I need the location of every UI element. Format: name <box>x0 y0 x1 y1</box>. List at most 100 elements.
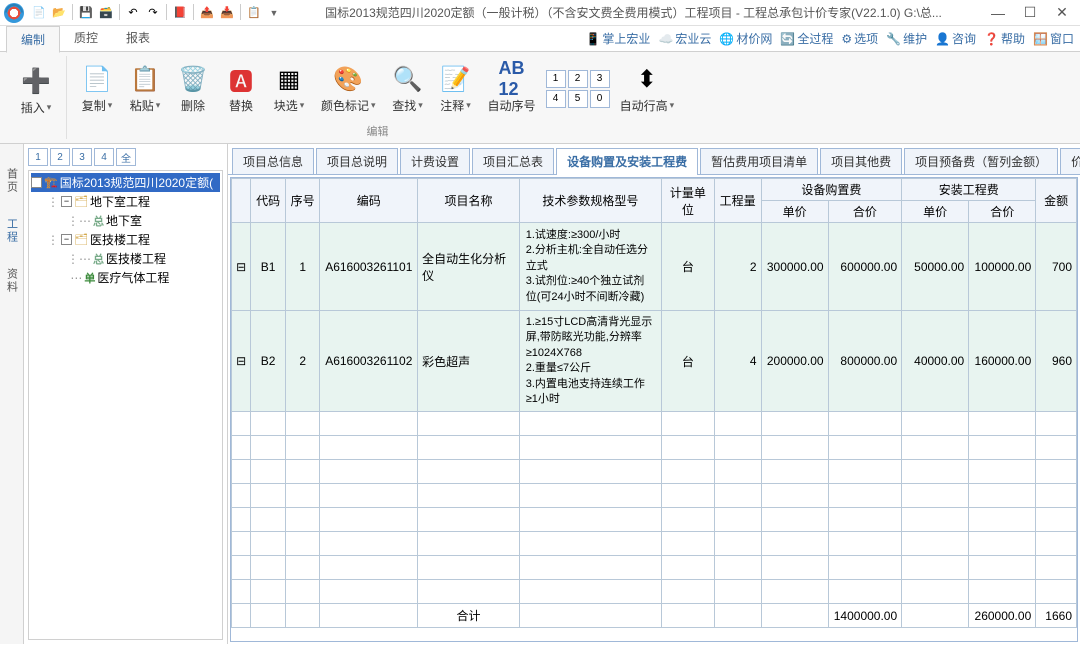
btn-replace[interactable]: 🅰替换 <box>219 59 263 118</box>
table-row[interactable] <box>232 532 1077 556</box>
doc-icon: 单 <box>84 270 95 286</box>
link-maintain[interactable]: 🔧维护 <box>886 30 927 47</box>
ctab-1[interactable]: 项目总说明 <box>316 148 398 174</box>
th-code[interactable]: 代码 <box>251 179 286 223</box>
tree-n2a[interactable]: ⋮⋯ 总 医技楼工程 <box>31 249 220 268</box>
collapse-icon[interactable]: − <box>31 177 42 188</box>
tree-tab-1[interactable]: 1 <box>28 148 48 166</box>
btn-copy[interactable]: 📄复制▾ <box>75 59 119 118</box>
project-tree[interactable]: − 🏗️ 国标2013规范四川2020定额( ⋮− 🗂 地下室工程 ⋮⋯ 总 地… <box>28 170 223 640</box>
link-window[interactable]: 🪟窗口 <box>1033 30 1074 47</box>
sidebar-project[interactable]: 工程 <box>2 214 22 248</box>
minimize-button[interactable]: — <box>984 3 1012 23</box>
link-zhangshang[interactable]: 📱掌上宏业 <box>585 30 650 47</box>
btn-rowheight[interactable]: ⬍自动行高▾ <box>614 59 681 118</box>
th-amount[interactable]: 金额 <box>1036 179 1077 223</box>
quick-access-toolbar: 📄 📂 💾 🗃️ ↶ ↷ 📕 📤 📥 📋 ▼ <box>30 4 283 22</box>
table-row[interactable] <box>232 556 1077 580</box>
tree-tab-all[interactable]: 全 <box>116 148 136 166</box>
qat-redo[interactable]: ↷ <box>144 4 162 22</box>
group-label-edit: 编辑 <box>367 123 389 139</box>
btn-delete[interactable]: 🗑️删除 <box>171 59 215 118</box>
qat-pdf[interactable]: 📕 <box>171 4 189 22</box>
menu-tab-zhikong[interactable]: 质控 <box>60 25 112 52</box>
link-help[interactable]: ❓帮助 <box>984 30 1025 47</box>
num-2[interactable]: 2 <box>568 70 588 88</box>
tree-n1a[interactable]: ⋮⋯ 总 地下室 <box>31 211 220 230</box>
ctab-4[interactable]: 设备购置及安装工程费 <box>556 148 698 174</box>
th-install[interactable]: 安装工程费 <box>902 179 1036 201</box>
collapse-icon[interactable]: − <box>61 234 72 245</box>
doc-icon: 总 <box>93 251 104 267</box>
table-row[interactable] <box>232 484 1077 508</box>
num-3[interactable]: 3 <box>590 70 610 88</box>
tree-tab-3[interactable]: 3 <box>72 148 92 166</box>
num-0[interactable]: 0 <box>590 90 610 108</box>
btn-note[interactable]: 📝注释▾ <box>434 59 478 118</box>
th-name[interactable]: 项目名称 <box>418 179 520 223</box>
qat-undo[interactable]: ↶ <box>124 4 142 22</box>
th-et[interactable]: 合价 <box>828 201 902 223</box>
qat-new[interactable]: 📄 <box>30 4 48 22</box>
menu-tab-bianzhi[interactable]: 编制 <box>6 26 60 53</box>
th-seq[interactable]: 序号 <box>285 179 320 223</box>
qat-open[interactable]: 📂 <box>50 4 68 22</box>
th-it[interactable]: 合价 <box>969 201 1036 223</box>
btn-find[interactable]: 🔍查找▾ <box>386 59 430 118</box>
tree-n1[interactable]: ⋮− 🗂 地下室工程 <box>31 192 220 211</box>
table-row[interactable] <box>232 508 1077 532</box>
link-caijia[interactable]: 🌐材价网 <box>719 30 772 47</box>
ctab-6[interactable]: 项目其他费 <box>820 148 902 174</box>
num-5[interactable]: 5 <box>568 90 588 108</box>
th-ip[interactable]: 单价 <box>902 201 969 223</box>
table-row[interactable]: ⊟B11A616003261101全自动生化分析仪1.试速度:≥300/小时2.… <box>232 223 1077 311</box>
total-row: 合计1400000.00260000.001660 <box>232 604 1077 628</box>
table-row[interactable]: ⊟B22A616003261102彩色超声1.≥15寸LCD高清背光显示屏,带防… <box>232 311 1077 412</box>
qat-doc[interactable]: 📋 <box>245 4 263 22</box>
tree-tab-4[interactable]: 4 <box>94 148 114 166</box>
collapse-icon[interactable]: − <box>61 196 72 207</box>
th-equip[interactable]: 设备购置费 <box>761 179 902 201</box>
link-quanguocheng[interactable]: 🔄全过程 <box>780 30 833 47</box>
ctab-8[interactable]: 价格调整表 <box>1060 148 1080 174</box>
menu-tab-baobiao[interactable]: 报表 <box>112 25 164 52</box>
data-grid[interactable]: 代码 序号 编码 项目名称 技术参数规格型号 计量单位 工程量 设备购置费 安装… <box>231 178 1077 628</box>
th-qty[interactable]: 工程量 <box>714 179 761 223</box>
btn-block[interactable]: ▦块选▾ <box>267 59 311 118</box>
num-1[interactable]: 1 <box>546 70 566 88</box>
num-4[interactable]: 4 <box>546 90 566 108</box>
th-unit[interactable]: 计量单位 <box>661 179 714 223</box>
ctab-5[interactable]: 暂估费用项目清单 <box>700 148 818 174</box>
sidebar-home[interactable]: 首页 <box>2 164 22 198</box>
sidebar-data[interactable]: 资料 <box>2 264 22 298</box>
link-consult[interactable]: 👤咨询 <box>935 30 976 47</box>
qat-export[interactable]: 📤 <box>198 4 216 22</box>
th-spec[interactable]: 技术参数规格型号 <box>519 179 661 223</box>
btn-color[interactable]: 🎨颜色标记▾ <box>315 59 382 118</box>
qat-saveall[interactable]: 🗃️ <box>97 4 115 22</box>
table-row[interactable] <box>232 580 1077 604</box>
th-ep[interactable]: 单价 <box>761 201 828 223</box>
ctab-3[interactable]: 项目汇总表 <box>472 148 554 174</box>
table-row[interactable] <box>232 460 1077 484</box>
btn-autonum[interactable]: AB12自动序号 <box>482 59 542 118</box>
tree-n2[interactable]: ⋮− 🗂 医技楼工程 <box>31 230 220 249</box>
ctab-2[interactable]: 计费设置 <box>400 148 470 174</box>
btn-paste[interactable]: 📋粘贴▾ <box>123 59 167 118</box>
qat-save[interactable]: 💾 <box>77 4 95 22</box>
tree-root[interactable]: − 🏗️ 国标2013规范四川2020定额( <box>31 173 220 192</box>
link-options[interactable]: ⚙选项 <box>841 30 878 47</box>
ctab-0[interactable]: 项目总信息 <box>232 148 314 174</box>
btn-insert[interactable]: ➕插入▾ <box>14 61 58 120</box>
qat-more[interactable]: ▼ <box>265 4 283 22</box>
tree-tab-2[interactable]: 2 <box>50 148 70 166</box>
maximize-button[interactable]: ☐ <box>1016 3 1044 23</box>
qat-import[interactable]: 📥 <box>218 4 236 22</box>
table-row[interactable] <box>232 436 1077 460</box>
th-bh[interactable]: 编码 <box>320 179 418 223</box>
ctab-7[interactable]: 项目预备费（暂列金额） <box>904 148 1058 174</box>
close-button[interactable]: ✕ <box>1048 3 1076 23</box>
table-row[interactable] <box>232 412 1077 436</box>
link-cloud[interactable]: ☁️宏业云 <box>658 30 711 47</box>
tree-n2b[interactable]: ⋯ 单 医疗气体工程 <box>31 268 220 287</box>
